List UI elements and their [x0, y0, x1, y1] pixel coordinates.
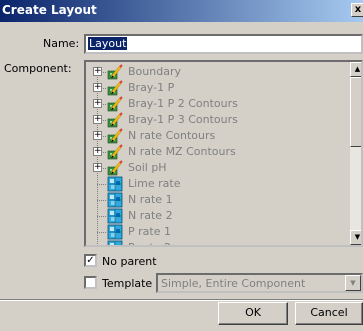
tree-branch-line	[97, 184, 106, 185]
layer-pencil-icon	[107, 64, 123, 80]
no-parent-label: No parent	[102, 255, 157, 268]
grid-layer-icon	[107, 224, 123, 240]
tree-item[interactable]: + Bray-1 P 3 Contours	[86, 112, 346, 128]
tree-item-label: N rate Contours	[128, 129, 216, 142]
tree-item-label: Soil pH	[128, 161, 167, 174]
template-select-value: Simple, Entire Component	[161, 277, 306, 290]
tree-item-label: N rate 2	[128, 209, 173, 222]
grid-layer-icon	[107, 240, 123, 245]
tree-expand-icon[interactable]: +	[93, 67, 102, 76]
cancel-button[interactable]: Cancel	[295, 302, 363, 325]
tree-expand-icon[interactable]: +	[93, 147, 102, 156]
tree-expand-icon[interactable]: +	[93, 83, 102, 92]
layer-pencil-icon	[107, 160, 123, 176]
template-dropdown-arrow-icon[interactable]: ▼	[345, 275, 361, 291]
tree-item[interactable]: Lime rate	[86, 176, 346, 192]
tree-vertical-scrollbar[interactable]: ▲ ▼	[350, 62, 361, 245]
tree-branch-line	[97, 200, 106, 201]
tree-branch-line	[97, 232, 106, 233]
tree-expand-icon[interactable]: +	[93, 99, 102, 108]
tree-item[interactable]: + Bray-1 P	[86, 80, 346, 96]
name-input-value: Layout	[88, 37, 128, 50]
tree-item-label: Boundary	[128, 65, 181, 78]
component-tree[interactable]: + Boundary + Bray-1 P + Bray-1 P 2 Contours + B…	[84, 60, 363, 247]
title-bar: Create Layout x	[0, 0, 363, 22]
tree-item[interactable]: N rate 1	[86, 192, 346, 208]
name-input[interactable]: Layout	[84, 34, 363, 54]
tree-item-label: Bray-1 P 3 Contours	[128, 113, 238, 126]
tree-item[interactable]: + Bray-1 P 2 Contours	[86, 96, 346, 112]
layer-pencil-icon	[107, 128, 123, 144]
component-label: Component:	[4, 62, 72, 75]
scroll-thumb[interactable]	[350, 77, 361, 147]
tree-item-label: Bray-1 P 2 Contours	[128, 97, 238, 110]
scroll-down-button[interactable]: ▼	[350, 230, 361, 245]
tree-item-label: Lime rate	[128, 177, 181, 190]
tree-item[interactable]: P rate 1	[86, 224, 346, 240]
grid-layer-icon	[107, 192, 123, 208]
tree-item[interactable]: + Soil pH	[86, 160, 346, 176]
window-title: Create Layout	[2, 3, 97, 17]
tree-branch-line	[97, 216, 106, 217]
tree-item-label: P rate 2	[128, 241, 171, 245]
grid-layer-icon	[107, 176, 123, 192]
tree-item[interactable]: P rate 2	[86, 240, 346, 245]
close-button[interactable]: x	[351, 3, 363, 17]
tree-item-label: P rate 1	[128, 225, 171, 238]
tree-expand-icon[interactable]: +	[93, 115, 102, 124]
layer-pencil-icon	[107, 96, 123, 112]
tree-item[interactable]: + N rate Contours	[86, 128, 346, 144]
layer-pencil-icon	[107, 144, 123, 160]
template-select[interactable]: Simple, Entire Component ▼	[156, 273, 363, 293]
scroll-up-button[interactable]: ▲	[350, 62, 361, 77]
template-checkbox[interactable]	[84, 276, 97, 289]
tree-expand-icon[interactable]: +	[93, 163, 102, 172]
layer-pencil-icon	[107, 112, 123, 128]
tree-item[interactable]: N rate 2	[86, 208, 346, 224]
tree-item-label: N rate 1	[128, 193, 173, 206]
tree-item-label: N rate MZ Contours	[128, 145, 236, 158]
no-parent-checkbox[interactable]: ✓	[84, 254, 97, 267]
tree-item-label: Bray-1 P	[128, 81, 175, 94]
button-divider	[0, 299, 363, 301]
tree-item[interactable]: + N rate MZ Contours	[86, 144, 346, 160]
tree-expand-icon[interactable]: +	[93, 131, 102, 140]
tree-item[interactable]: + Boundary	[86, 64, 346, 80]
grid-layer-icon	[107, 208, 123, 224]
name-label: Name:	[43, 37, 80, 50]
template-label: Template	[102, 277, 153, 290]
ok-button[interactable]: OK	[218, 302, 288, 325]
layer-pencil-icon	[107, 80, 123, 96]
